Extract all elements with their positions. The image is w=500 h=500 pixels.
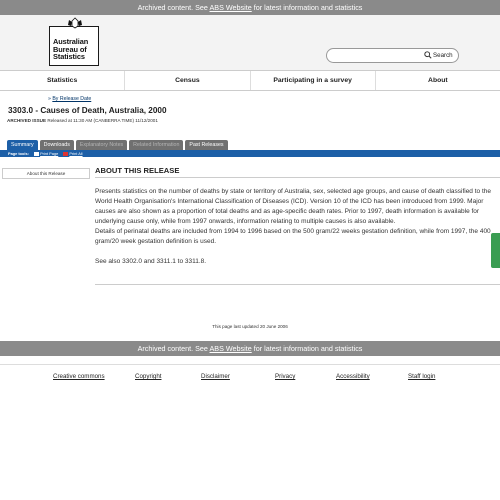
tab-downloads[interactable]: Downloads <box>39 140 74 150</box>
page-title: 3303.0 - Causes of Death, Australia, 200… <box>8 106 167 115</box>
archived-issue-info: ARCHIVED ISSUE Released at 11:30 AM (CAN… <box>7 118 158 123</box>
pdf-icon <box>63 151 69 156</box>
divider <box>95 177 500 178</box>
abs-website-link[interactable]: ABS Website <box>210 3 252 12</box>
logo-text: Australian Bureau of Statistics <box>53 38 88 61</box>
header: Australian Bureau of Statistics Search <box>0 15 500 70</box>
main-nav: Statistics Census Participating in a sur… <box>0 70 500 91</box>
search-button-label: Search <box>433 52 453 59</box>
archived-issue-label: ARCHIVED ISSUE <box>7 118 47 123</box>
print-all-label: Print All <box>69 151 83 156</box>
archived-issue-text: Released at 11:30 AM (CANBERRA TIME) 11/… <box>46 118 158 123</box>
archive-banner-bottom: Archived content. See ABS Website for la… <box>0 341 500 356</box>
section-title: ABOUT THIS RELEASE <box>95 166 180 175</box>
search-button[interactable]: Search <box>424 50 453 61</box>
description-paragraph-1: Presents statistics on the number of dea… <box>95 188 491 225</box>
abs-logo[interactable]: Australian Bureau of Statistics <box>49 17 99 66</box>
archive-banner-prefix: Archived content. See <box>137 344 210 353</box>
footer-link-privacy[interactable]: Privacy <box>275 373 295 380</box>
print-page-label: Print Page <box>40 151 59 156</box>
archive-banner-suffix: for latest information and statistics <box>251 3 363 12</box>
description-paragraph-2: Details of perinatal deaths are included… <box>95 228 491 245</box>
tab-explanatory-notes: Explanatory Notes <box>75 140 128 150</box>
archive-banner-prefix: Archived content. See <box>137 3 210 12</box>
abs-website-link[interactable]: ABS Website <box>210 344 252 353</box>
footer: Creative commons Copyright Disclaimer Pr… <box>0 373 500 383</box>
footer-link-accessibility[interactable]: Accessibility <box>336 373 370 380</box>
release-tabs: Summary Downloads Explanatory Notes Rela… <box>7 140 228 150</box>
footer-link-creative-commons[interactable]: Creative commons <box>53 373 105 380</box>
tab-summary[interactable]: Summary <box>7 140 38 150</box>
see-also-text: See also 3302.0 and 3311.1 to 3311.8. <box>95 258 207 265</box>
by-release-date-label: By Release Date <box>52 96 92 102</box>
divider <box>95 284 500 285</box>
release-description: Presents statistics on the number of dea… <box>95 187 500 247</box>
print-page-button[interactable]: Print Page <box>34 151 58 156</box>
page-tools-bar: Page tools: Print Page Print All <box>0 150 500 157</box>
nav-item-about[interactable]: About <box>376 71 500 90</box>
nav-item-statistics[interactable]: Statistics <box>0 71 126 90</box>
by-release-date-link[interactable]: » By Release Date <box>48 96 91 102</box>
search-icon <box>424 51 432 59</box>
search-input[interactable] <box>333 51 423 60</box>
feedback-tab[interactable] <box>491 233 500 268</box>
footer-link-disclaimer[interactable]: Disclaimer <box>201 373 230 380</box>
page-tools-label: Page tools: <box>8 151 29 156</box>
tab-related-information: Related Information <box>129 140 184 150</box>
footer-divider <box>0 364 500 365</box>
printer-icon <box>34 151 40 156</box>
coat-of-arms-icon <box>68 17 82 29</box>
footer-link-staff-login[interactable]: Staff login <box>408 373 435 380</box>
nav-item-participating[interactable]: Participating in a survey <box>251 71 376 90</box>
about-this-release-link[interactable]: About this Release <box>2 168 90 179</box>
print-all-button[interactable]: Print All <box>63 151 83 156</box>
search-box: Search <box>326 48 459 63</box>
nav-item-census[interactable]: Census <box>125 71 251 90</box>
archive-banner-suffix: for latest information and statistics <box>251 344 363 353</box>
footer-link-copyright[interactable]: Copyright <box>135 373 161 380</box>
tab-past-releases[interactable]: Past Releases <box>185 140 228 150</box>
archive-banner-top: Archived content. See ABS Website for la… <box>0 0 500 15</box>
logo-line-3: Statistics <box>53 52 85 62</box>
last-updated: This page last updated 20 June 2006 <box>212 324 288 329</box>
